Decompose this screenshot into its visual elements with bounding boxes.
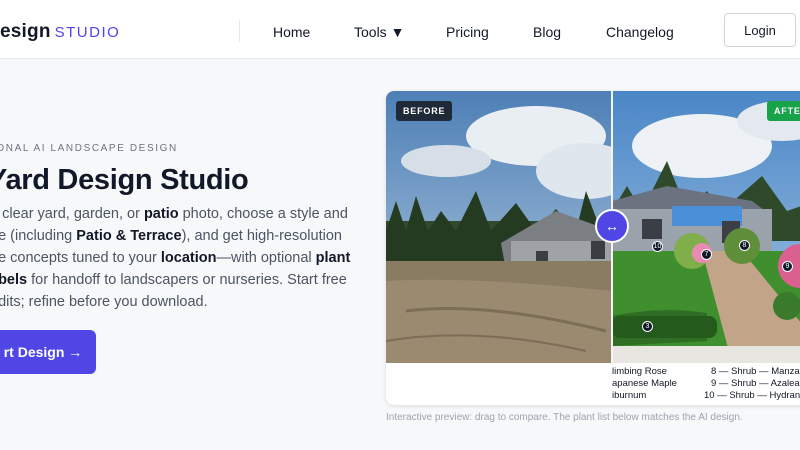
plant-marker: 7	[701, 249, 712, 260]
hero-description: a clear yard, garden, or patio photo, ch…	[0, 203, 360, 313]
login-button[interactable]: Login	[724, 13, 796, 47]
nav-pricing[interactable]: Pricing	[446, 24, 489, 40]
plant-marker: 9	[782, 261, 793, 272]
drag-compare-handle-icon[interactable]: ↔	[595, 209, 629, 243]
desc-bold: plant	[315, 250, 351, 266]
before-after-comparison[interactable]: 10 7 8 3 9 ↔ BEFORE AFTE limbing Rose ap…	[386, 91, 800, 405]
hero-eyebrow: IONAL AI LANDSCAPE DESIGN	[0, 143, 178, 154]
desc-text: —with optional	[216, 250, 316, 266]
desc-text: for handoff to landscapers or nurseries.…	[27, 272, 347, 288]
desc-text: edits; refine before you download.	[0, 294, 208, 310]
brand-name: esign	[0, 21, 51, 42]
plant-list-item: limbing Rose	[612, 366, 667, 377]
nav-tools-dropdown[interactable]: Tools ▼	[354, 24, 404, 40]
plant-marker: 10	[652, 241, 663, 252]
desc-text: a clear yard, garden, or	[0, 206, 144, 222]
desc-bold: abels	[0, 272, 28, 288]
plant-list-item: iburnum	[612, 390, 647, 401]
plant-list-item: 8 — Shrub — Manzani	[711, 366, 800, 377]
nav-blog[interactable]: Blog	[533, 24, 561, 40]
nav-changelog[interactable]: Changelog	[606, 24, 674, 40]
desc-text: ), and get high-resolution	[181, 228, 342, 244]
preview-caption: Interactive preview: drag to compare. Th…	[386, 412, 743, 423]
desc-bold: patio	[143, 206, 179, 222]
plant-list-item: apanese Maple	[612, 378, 677, 389]
plant-list-item: 9 — Shrub — Azalea	[711, 378, 800, 389]
nav-home[interactable]: Home	[273, 24, 310, 40]
start-design-button[interactable]: rt Design →	[0, 330, 96, 374]
plant-marker: 8	[739, 240, 750, 251]
after-photo	[612, 91, 800, 363]
header-divider	[239, 20, 240, 42]
before-photo	[386, 91, 612, 363]
desc-bold: Patio & Terrace	[76, 228, 182, 244]
plant-list-item: 10 — Shrub — Hydrang	[704, 390, 800, 401]
site-header: esign STUDIO Home Tools ▼ Pricing Blog Ch…	[0, 0, 800, 59]
plant-list: limbing Rose apanese Maple iburnum 8 — S…	[612, 363, 800, 405]
before-badge: BEFORE	[396, 101, 453, 121]
brand-suffix: STUDIO	[54, 24, 121, 41]
desc-text: pe (including	[0, 228, 73, 244]
desc-text: photo, choose a style and	[178, 206, 348, 222]
brand-logo[interactable]: esign STUDIO	[0, 21, 120, 43]
desc-bold: location	[160, 250, 217, 266]
plant-marker: 3	[642, 321, 653, 332]
page-title: Yard Design Studio	[0, 164, 249, 196]
after-badge: AFTE	[767, 101, 800, 121]
desc-text: pe concepts tuned to your	[0, 250, 161, 266]
